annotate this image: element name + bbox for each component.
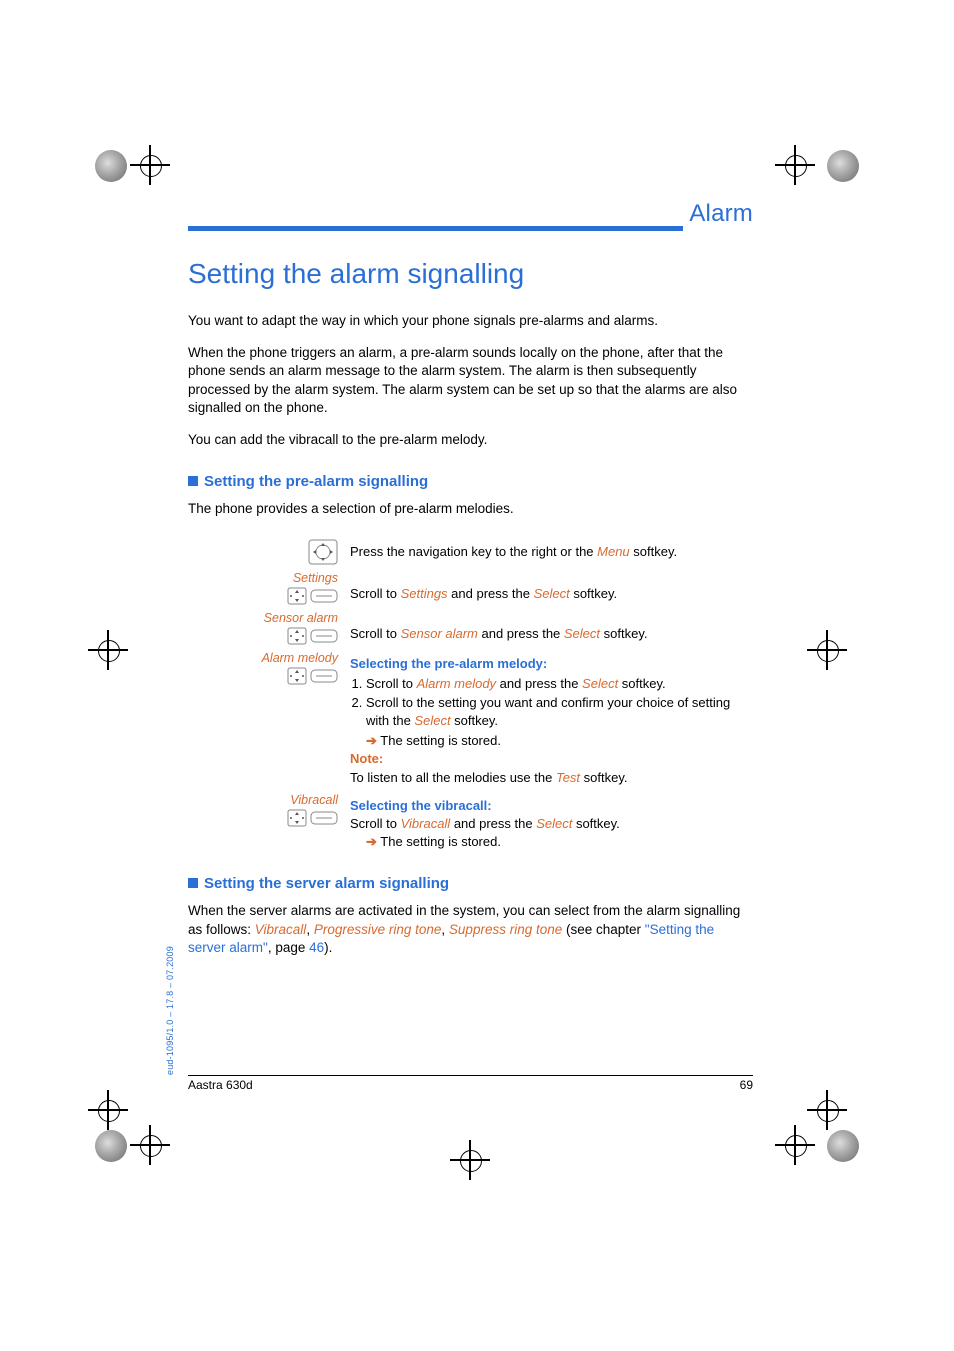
melody-step-2: Scroll to the setting you want and confi… bbox=[366, 694, 753, 730]
settings-label: Settings bbox=[188, 571, 338, 585]
note-text: To listen to all the melodies use the Te… bbox=[350, 769, 753, 787]
registration-mark bbox=[88, 1090, 128, 1130]
vibra-instruction: Scroll to Vibracall and press the Select… bbox=[350, 815, 753, 833]
note-t2: softkey. bbox=[580, 770, 627, 785]
intro-p2: When the phone triggers an alarm, a pre-… bbox=[188, 344, 753, 417]
s2-t4: ). bbox=[324, 940, 332, 955]
crop-disc bbox=[95, 150, 127, 182]
s2-t2: (see chapter bbox=[562, 922, 645, 937]
intro-p3: You can add the vibracall to the pre-ala… bbox=[188, 431, 753, 449]
vibra-stored-text: The setting is stored. bbox=[377, 834, 501, 849]
step-settings-t3: softkey. bbox=[570, 586, 617, 601]
section-header: Alarm bbox=[188, 200, 753, 228]
vibra-stored: ➔ The setting is stored. bbox=[366, 833, 753, 851]
opt-progressive: Progressive ring tone bbox=[314, 922, 442, 937]
melody-stored: ➔ The setting is stored. bbox=[366, 732, 753, 750]
alarm-melody-link: Alarm melody bbox=[417, 676, 496, 691]
s2-t3: , page bbox=[268, 940, 309, 955]
intro-p1: You want to adapt the way in which your … bbox=[188, 312, 753, 330]
sensor-alarm-link: Sensor alarm bbox=[401, 626, 478, 641]
arrow-icon: ➔ bbox=[366, 733, 377, 748]
stored-text: The setting is stored. bbox=[377, 733, 501, 748]
softkey-icon bbox=[310, 811, 338, 825]
crop-disc bbox=[95, 1130, 127, 1162]
subheading-server-text: Setting the server alarm signalling bbox=[204, 875, 449, 892]
melody-step-1: Scroll to Alarm melody and press the Sel… bbox=[366, 675, 753, 693]
page-ref-link[interactable]: 46 bbox=[309, 940, 324, 955]
sensor-alarm-label: Sensor alarm bbox=[188, 611, 338, 625]
doc-id-vertical: eud-1095/1.0 – 17.8 – 07.2009 bbox=[165, 946, 175, 1075]
step-sensor-t1: Scroll to bbox=[350, 626, 401, 641]
note-label: Note: bbox=[350, 750, 753, 768]
li2c: softkey. bbox=[451, 713, 498, 728]
registration-mark bbox=[88, 630, 128, 670]
registration-mark bbox=[775, 145, 815, 185]
registration-mark bbox=[130, 145, 170, 185]
registration-mark bbox=[807, 630, 847, 670]
vibra-t1: Scroll to bbox=[350, 816, 401, 831]
page-footer: Aastra 630d 69 bbox=[188, 1075, 753, 1092]
step-nav: Press the navigation key to the right or… bbox=[188, 539, 753, 565]
select-ref: Select bbox=[582, 676, 618, 691]
li1a: Scroll to bbox=[366, 676, 417, 691]
vibracall-link: Vibracall bbox=[401, 816, 451, 831]
footer-product: Aastra 630d bbox=[188, 1078, 253, 1092]
registration-mark bbox=[450, 1140, 490, 1180]
step-sensor-t3: softkey. bbox=[600, 626, 647, 641]
scroll-key-icon bbox=[287, 667, 307, 685]
page-title: Setting the alarm signalling bbox=[188, 258, 753, 290]
melody-steps-list: Scroll to Alarm melody and press the Sel… bbox=[350, 675, 753, 731]
step-sensor-t2: and press the bbox=[478, 626, 564, 641]
select-ref: Select bbox=[414, 713, 450, 728]
step-sensor: Sensor alarm Scroll to Sensor alarm and … bbox=[188, 611, 753, 645]
navigation-key-icon bbox=[308, 539, 338, 565]
li1e: softkey. bbox=[618, 676, 665, 691]
step-nav-text1: Press the navigation key to the right or… bbox=[350, 544, 597, 559]
step-settings: Settings Scroll to Settings and press th… bbox=[188, 571, 753, 605]
subheading-prealarm-text: Setting the pre-alarm signalling bbox=[204, 473, 428, 490]
section-title: Alarm bbox=[689, 200, 753, 228]
bullet-square-icon bbox=[188, 878, 198, 888]
select-softkey-ref: Select bbox=[564, 626, 600, 641]
step-settings-t1: Scroll to bbox=[350, 586, 401, 601]
scroll-key-icon bbox=[287, 587, 307, 605]
vibra-subhead: Selecting the vibracall: bbox=[350, 797, 753, 815]
select-softkey-ref: Select bbox=[534, 586, 570, 601]
opt-vibracall: Vibracall bbox=[255, 922, 307, 937]
crop-disc bbox=[827, 1130, 859, 1162]
step-nav-text2: softkey. bbox=[630, 544, 677, 559]
prealarm-lead: The phone provides a selection of pre-al… bbox=[188, 500, 753, 518]
softkey-icon bbox=[310, 589, 338, 603]
bullet-square-icon bbox=[188, 476, 198, 486]
subheading-server-alarm: Setting the server alarm signalling bbox=[188, 875, 753, 892]
subheading-prealarm: Setting the pre-alarm signalling bbox=[188, 473, 753, 490]
test-softkey-ref: Test bbox=[556, 770, 580, 785]
vibra-t2: and press the bbox=[450, 816, 536, 831]
alarm-melody-label: Alarm melody bbox=[188, 651, 338, 665]
registration-mark bbox=[130, 1125, 170, 1165]
scroll-key-icon bbox=[287, 809, 307, 827]
step-alarm-melody: Alarm melody Selecting the pre-alarm mel… bbox=[188, 651, 753, 787]
settings-link: Settings bbox=[401, 586, 448, 601]
step-settings-t2: and press the bbox=[448, 586, 534, 601]
menu-softkey-ref: Menu bbox=[597, 544, 630, 559]
softkey-icon bbox=[310, 629, 338, 643]
server-alarm-paragraph: When the server alarms are activated in … bbox=[188, 902, 753, 957]
vibracall-label: Vibracall bbox=[188, 793, 338, 807]
opt-suppress: Suppress ring tone bbox=[449, 922, 562, 937]
registration-mark bbox=[807, 1090, 847, 1130]
scroll-key-icon bbox=[287, 627, 307, 645]
note-t1: To listen to all the melodies use the bbox=[350, 770, 556, 785]
registration-mark bbox=[775, 1125, 815, 1165]
step-vibracall: Vibracall Selecting the vibracall: Scrol… bbox=[188, 793, 753, 852]
melody-subhead: Selecting the pre-alarm melody: bbox=[350, 655, 753, 673]
vibra-t3: softkey. bbox=[572, 816, 619, 831]
softkey-icon bbox=[310, 669, 338, 683]
select-ref: Select bbox=[536, 816, 572, 831]
li1c: and press the bbox=[496, 676, 582, 691]
crop-disc bbox=[827, 150, 859, 182]
footer-page-number: 69 bbox=[740, 1078, 753, 1092]
arrow-icon: ➔ bbox=[366, 834, 377, 849]
